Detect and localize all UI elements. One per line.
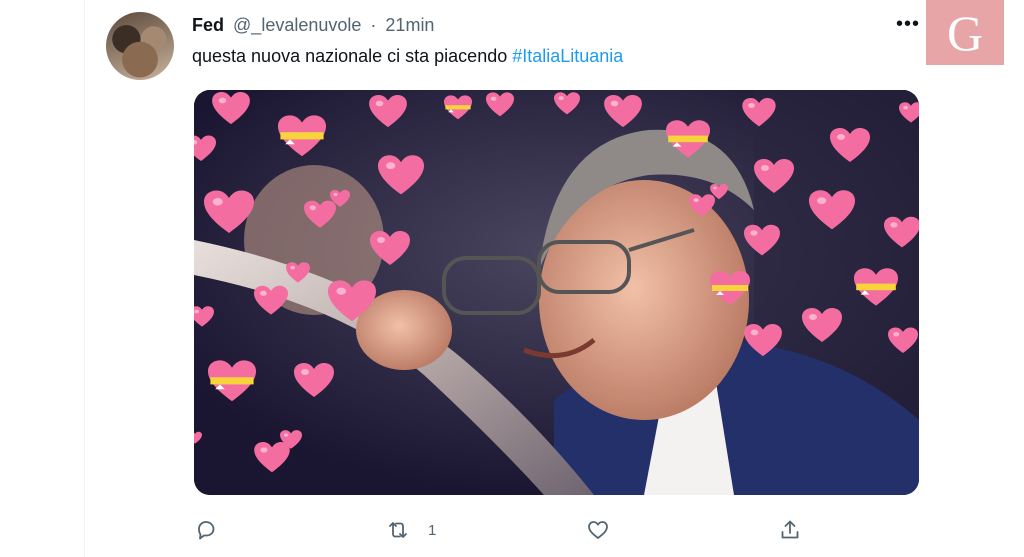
publisher-logo-letter: G xyxy=(946,4,984,61)
tweet-actions-bar: 1 xyxy=(0,512,1024,546)
tweet-text: questa nuova nazionale ci sta piacendo #… xyxy=(192,46,623,67)
share-icon xyxy=(781,520,799,539)
tweet-timestamp[interactable]: 21min xyxy=(385,15,434,35)
tweet-header: Fed @_levalenuvole · 21min xyxy=(192,15,434,36)
left-rail xyxy=(0,0,85,557)
retweet-button[interactable]: 1 xyxy=(386,516,436,544)
author-avatar[interactable] xyxy=(106,12,174,80)
heart-icon xyxy=(588,521,608,539)
header-separator: · xyxy=(370,15,377,35)
more-horizontal-icon: ••• xyxy=(896,13,921,35)
like-button[interactable] xyxy=(586,516,610,544)
author-handle[interactable]: @_levalenuvole xyxy=(233,15,361,35)
reply-icon xyxy=(198,521,215,540)
author-name[interactable]: Fed xyxy=(192,15,224,35)
tweet-text-body: questa nuova nazionale ci sta piacendo xyxy=(192,46,513,66)
share-button[interactable] xyxy=(778,516,802,544)
tweet-media-photo[interactable] xyxy=(194,90,919,495)
retweet-icon xyxy=(389,522,407,538)
more-options-button[interactable]: ••• xyxy=(896,14,920,34)
photo-image xyxy=(194,90,919,495)
reply-button[interactable] xyxy=(194,516,218,544)
retweet-count: 1 xyxy=(428,521,437,539)
hashtag-link[interactable]: #ItaliaLituania xyxy=(512,46,623,66)
publisher-logo: G xyxy=(926,0,1004,65)
